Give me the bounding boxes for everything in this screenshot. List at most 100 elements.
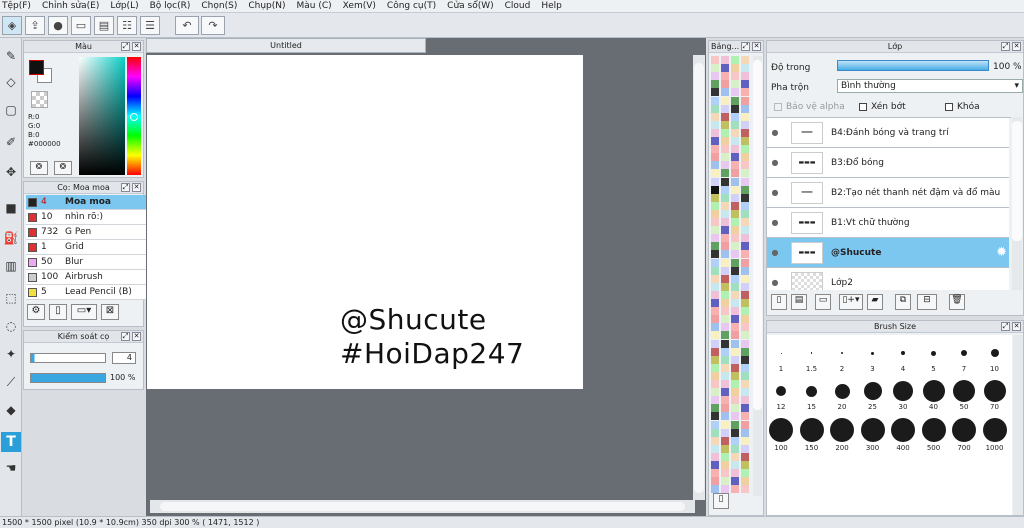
swatch-cell[interactable] [711,96,719,105]
swatch-cell[interactable] [721,371,729,380]
swatch-cell[interactable] [741,469,749,478]
layer-merge-icon[interactable]: ⧉ [895,294,911,310]
swatch-cell[interactable] [731,56,739,64]
swatch-cell[interactable] [731,355,739,364]
pen-tool-icon[interactable]: ✎ [1,46,21,66]
swatch-cell[interactable] [721,185,729,194]
panel-float-icon[interactable]: ⤢ [1001,322,1010,331]
swatch-cell[interactable] [731,412,739,421]
menu-help[interactable]: Help [541,1,562,11]
swatch-cell[interactable] [721,331,729,340]
swatch-cell[interactable] [711,201,719,210]
clip-checkbox[interactable]: Xén bớt [859,102,906,112]
swatch-cell[interactable] [741,104,749,113]
swatch-cell[interactable] [711,226,719,235]
swatch-cell[interactable] [741,307,749,316]
swatch-cell[interactable] [731,290,739,299]
brush-item[interactable]: 5 Lead Pencil (B) [26,285,146,300]
eraser-toggle-icon[interactable]: ◈ [2,16,22,35]
trash-icon[interactable]: 🗑 [949,294,965,310]
swatch-cell[interactable] [741,258,749,267]
swatch-cell[interactable] [731,299,739,307]
swatch-cell[interactable] [711,112,719,121]
brush-size-dot[interactable] [931,350,936,356]
swatch-cell[interactable] [741,185,749,194]
document-tab[interactable]: Untitled [146,38,426,53]
swatch-cell[interactable] [741,282,749,291]
new-vector-layer-icon[interactable]: ▤ [791,294,807,310]
brush-size-dot[interactable] [901,351,905,355]
visibility-icon[interactable]: ● [767,188,783,197]
text-tool-icon[interactable]: T [1,432,21,452]
brush-size-dot[interactable] [776,386,786,396]
layer-row[interactable]: ● Lớp2 [767,268,1009,290]
swatch-cell[interactable] [741,412,749,421]
brush-size-slider[interactable] [30,353,106,363]
swatch-cell[interactable] [741,355,749,364]
panel-layout-icon[interactable]: ☷ [117,16,137,35]
swatch-cell[interactable] [741,96,749,105]
transparent-color[interactable] [31,91,48,108]
swatch-cell[interactable] [731,371,739,380]
swatch-cell[interactable] [731,153,739,162]
swatch-cell[interactable] [741,380,749,388]
swatch-cell[interactable] [731,120,739,129]
swatch-cell[interactable] [731,128,739,137]
swatch-cell[interactable] [731,80,739,89]
layer-opacity-slider[interactable] [837,60,989,71]
swatch-cell[interactable] [711,169,719,178]
swatch-cell[interactable] [721,120,729,129]
brush-size-dot[interactable] [893,381,913,401]
brush-size-dot[interactable] [871,351,874,355]
swatch-cell[interactable] [731,88,739,97]
swatch-cell[interactable] [721,218,729,226]
swatch-cell[interactable] [711,404,719,413]
menu-edit[interactable]: Chỉnh sửa(E) [42,1,99,11]
swatch-cell[interactable] [721,177,729,186]
panel-float-icon[interactable]: ⤢ [121,42,130,51]
swatch-cell[interactable] [731,388,739,397]
select-eraser-icon[interactable]: ◆ [1,400,21,420]
swatch-cell[interactable] [711,315,719,324]
swatch-cell[interactable] [711,477,719,486]
brush-item[interactable]: 4 Moa moa [26,195,146,210]
swatch-cell[interactable] [711,234,719,243]
swatch-cell[interactable] [711,388,719,397]
chat-icon[interactable]: ● [48,16,68,35]
swatch-cell[interactable] [721,420,729,429]
swatch-cell[interactable] [731,266,739,275]
swatch-cell[interactable] [741,485,749,494]
brush-size-dot[interactable] [921,418,946,442]
swatch-cell[interactable] [741,452,749,461]
swatch-cell[interactable] [721,56,729,64]
swatch-cell[interactable] [711,72,719,81]
visibility-icon[interactable]: ● [767,218,783,227]
swatch-cell[interactable] [731,307,739,316]
swatch-cell[interactable] [741,347,749,356]
gear-icon[interactable]: ✹ [996,245,1007,260]
swatch-cell[interactable] [721,128,729,137]
saturation-picker[interactable] [79,57,125,175]
brush-size-dot[interactable] [806,385,817,397]
layer-row[interactable]: ● ━━━ B4:Đánh bóng và trang trí [767,118,1009,148]
swatch-cell[interactable] [711,307,719,316]
swatch-cell[interactable] [711,137,719,145]
swatch-cell[interactable] [711,128,719,137]
swatch-cell[interactable] [731,177,739,186]
swatch-cell[interactable] [741,72,749,81]
protect-alpha-checkbox[interactable]: Bảo vệ alpha [774,102,845,112]
brush-size-dot[interactable] [799,418,824,442]
swatch-cell[interactable] [741,226,749,235]
brush-size-dot[interactable] [990,349,999,357]
dropper-icon[interactable]: ✐ [1,132,21,152]
swatch-cell[interactable] [711,242,719,251]
swatch-cell[interactable] [741,323,749,332]
swatch-cell[interactable] [721,80,729,89]
swatch-cell[interactable] [731,218,739,226]
swatch-cell[interactable] [711,258,719,267]
swatch-cell[interactable] [711,250,719,259]
swatch-cell[interactable] [731,112,739,121]
swatch-cell[interactable] [731,323,739,332]
swatch-cell[interactable] [731,169,739,178]
swatch-cell[interactable] [721,477,729,486]
